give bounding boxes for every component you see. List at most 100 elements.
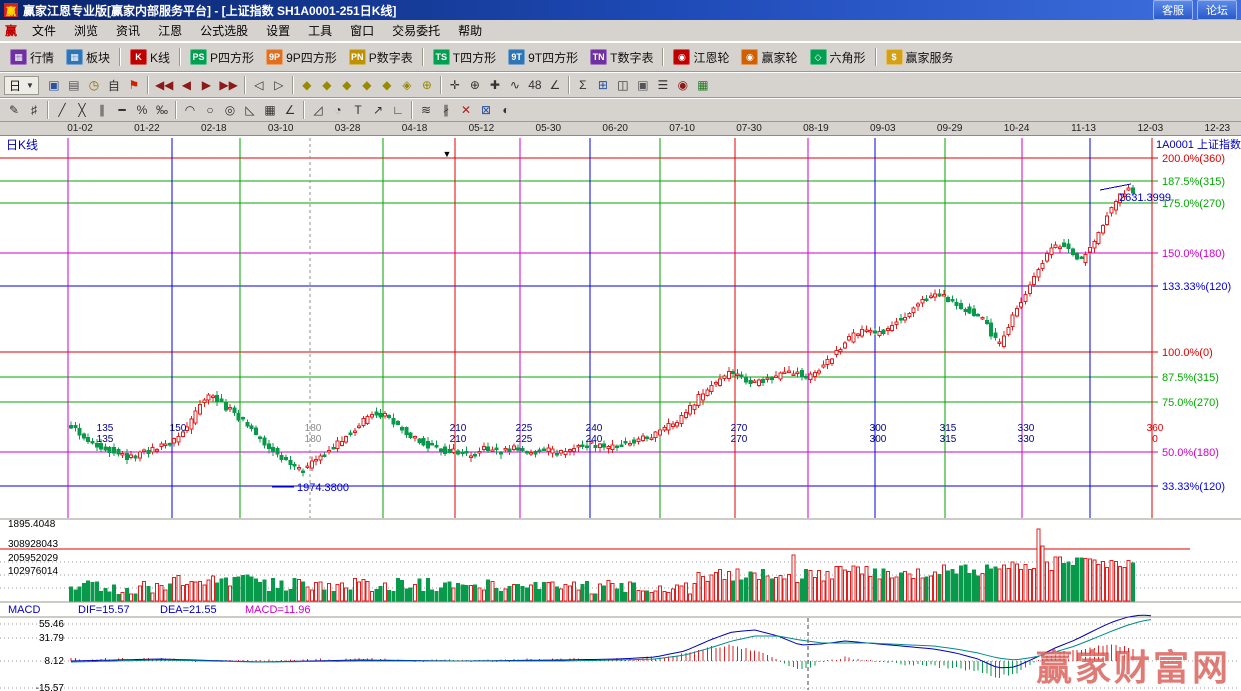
toolbar-button-winner-service[interactable]: $赢家服务 — [880, 45, 960, 70]
first-bar-icon[interactable]: ◀◀ — [152, 75, 176, 95]
gann-diamond-6-icon[interactable]: ◈ — [397, 75, 417, 95]
toolbar-button-label: 9P四方形 — [286, 49, 337, 66]
gann-diamond-1-icon[interactable]: ◆ — [297, 75, 317, 95]
svg-text:225: 225 — [516, 423, 533, 434]
menu-item[interactable]: 资讯 — [107, 20, 149, 41]
toolbar-button-9p-square[interactable]: 9P9P四方形 — [260, 45, 343, 70]
menu-item[interactable]: 文件 — [23, 20, 65, 41]
measure-tool-icon[interactable]: ∟ — [388, 100, 408, 120]
svg-text:200.0%(360): 200.0%(360) — [1162, 153, 1225, 165]
hatch-tool-icon[interactable]: ♯ — [24, 100, 44, 120]
cross-line-tool-icon[interactable]: ╳ — [72, 100, 92, 120]
zoom-tool-icon[interactable]: ⊕ — [465, 75, 485, 95]
toolbar-button-p-number-table[interactable]: PNP数字表 — [343, 45, 419, 70]
pencil-tool-icon[interactable]: ✎ — [4, 100, 24, 120]
toolbar-button-label: T数字表 — [610, 49, 653, 66]
gann-grid-tool-icon[interactable]: ▦ — [260, 100, 280, 120]
svg-text:240: 240 — [586, 423, 603, 434]
erase-tool-icon[interactable]: ✕ — [456, 100, 476, 120]
channel-tool-icon[interactable]: ∦ — [436, 100, 456, 120]
period-selector[interactable]: 日▼ — [4, 76, 39, 95]
apps-icon[interactable]: ▦ — [693, 75, 713, 95]
angle-48-icon[interactable]: 48 — [525, 75, 545, 95]
toolbar-button-kline[interactable]: KK线 — [124, 45, 176, 70]
last-bar-icon[interactable]: ▶▶ — [216, 75, 240, 95]
custom-period-icon[interactable]: 自 — [104, 75, 124, 95]
toolbar-button-9t-square[interactable]: 9T9T四方形 — [502, 45, 584, 70]
title-bar: 赢 赢家江恩专业版[赢家内部服务平台] - [上证指数 SH1A0001-251… — [0, 0, 1241, 20]
toolbar-button-t-square[interactable]: TST四方形 — [427, 45, 502, 70]
sum-tool-icon[interactable]: Σ — [573, 75, 593, 95]
menu-item[interactable]: 江恩 — [149, 20, 191, 41]
menu-item[interactable]: 公式选股 — [191, 20, 257, 41]
gann-wheel-icon: ◉ — [673, 49, 690, 65]
cycle-tool-icon[interactable]: ◎ — [220, 100, 240, 120]
toolbar-button-quotes[interactable]: ▦行情 — [4, 45, 60, 70]
menu-item[interactable]: 设置 — [257, 20, 299, 41]
gann-diamond-3-icon[interactable]: ◆ — [337, 75, 357, 95]
parallel-line-tool-icon[interactable]: ∥ — [92, 100, 112, 120]
arc-tool-icon[interactable]: ◠ — [180, 100, 200, 120]
titlebar-buttons: 客服论坛 — [1149, 0, 1237, 20]
flag-icon[interactable]: ⚑ — [124, 75, 144, 95]
tool-settings-icon[interactable]: ◐ — [496, 100, 516, 120]
svg-text:135: 135 — [97, 423, 114, 434]
angle-tool-icon[interactable]: ∠ — [545, 75, 565, 95]
text-tool-icon[interactable]: T — [348, 100, 368, 120]
svg-text:DEA=21.55: DEA=21.55 — [160, 604, 217, 616]
lock-tool-icon[interactable]: ⊠ — [476, 100, 496, 120]
chart-area[interactable]: 200.0%(360)187.5%(315)175.0%(270)150.0%(… — [0, 136, 1241, 691]
capture-icon[interactable]: ◉ — [673, 75, 693, 95]
crosshair-tool-icon[interactable]: ✚ — [485, 75, 505, 95]
toolbar-button-t-number-table[interactable]: TNT数字表 — [584, 45, 659, 70]
next-bar-icon[interactable]: ▶ — [196, 75, 216, 95]
gann-diamond-2-icon[interactable]: ◆ — [317, 75, 337, 95]
toolbar-button-gann-wheel[interactable]: ◉江恩轮 — [667, 45, 735, 70]
forum-button[interactable]: 论坛 — [1197, 0, 1237, 20]
save-icon[interactable]: ▣ — [633, 75, 653, 95]
customer-service-button[interactable]: 客服 — [1153, 0, 1193, 20]
menu-item[interactable]: 窗口 — [341, 20, 383, 41]
quarter-circle-tool-icon[interactable]: ◔ — [328, 100, 348, 120]
window-icon[interactable]: ▣ — [44, 75, 64, 95]
circle-tool-icon[interactable]: ○ — [200, 100, 220, 120]
gann-diamond-4-icon[interactable]: ◆ — [357, 75, 377, 95]
toolbar-button-hexagon[interactable]: ◇六角形 — [804, 45, 872, 70]
toolbar-button-label: 江恩轮 — [693, 49, 729, 66]
print-icon[interactable]: ☰ — [653, 75, 673, 95]
gann-compass-icon[interactable]: ⊕ — [417, 75, 437, 95]
svg-text:300: 300 — [870, 423, 887, 434]
kline-chart[interactable]: 200.0%(360)187.5%(315)175.0%(270)150.0%(… — [0, 136, 1241, 691]
sectors-icon: ▦ — [66, 49, 83, 65]
angle-line-tool-icon[interactable]: ∠ — [280, 100, 300, 120]
panel-view-icon[interactable]: ◫ — [613, 75, 633, 95]
clock-icon[interactable]: ◷ — [84, 75, 104, 95]
trend-line-tool-icon[interactable]: ╱ — [52, 100, 72, 120]
menu-item[interactable]: 工具 — [299, 20, 341, 41]
percent-tool-icon[interactable]: % — [132, 100, 152, 120]
hand-tool-icon[interactable]: ✛ — [445, 75, 465, 95]
svg-text:150: 150 — [170, 423, 187, 434]
winner-wheel-icon: ◉ — [741, 49, 758, 65]
permille-tool-icon[interactable]: ‰ — [152, 100, 172, 120]
wave-tool-icon[interactable]: ∿ — [505, 75, 525, 95]
gann-fan-tool-icon[interactable]: ◺ — [240, 100, 260, 120]
page-right-icon[interactable]: ▷ — [269, 75, 289, 95]
grid-view-icon[interactable]: ⊞ — [593, 75, 613, 95]
wave-count-tool-icon[interactable]: ≋ — [416, 100, 436, 120]
report-icon[interactable]: ▤ — [64, 75, 84, 95]
speed-line-tool-icon[interactable]: ◿ — [308, 100, 328, 120]
toolbar-separator — [175, 101, 177, 119]
gann-diamond-5-icon[interactable]: ◆ — [377, 75, 397, 95]
toolbar-main: ▦行情▦板块 KK线 PSP四方形9P9P四方形PNP数字表 TST四方形9T9T四方… — [0, 42, 1241, 72]
menu-item[interactable]: 帮助 — [449, 20, 491, 41]
arrow-mark-tool-icon[interactable]: ↗ — [368, 100, 388, 120]
page-left-icon[interactable]: ◁ — [249, 75, 269, 95]
toolbar-button-sectors[interactable]: ▦板块 — [60, 45, 116, 70]
menu-item[interactable]: 浏览 — [65, 20, 107, 41]
prev-bar-icon[interactable]: ◀ — [176, 75, 196, 95]
toolbar-button-p-square[interactable]: PSP四方形 — [184, 45, 260, 70]
horizontal-line-tool-icon[interactable]: ━ — [112, 100, 132, 120]
toolbar-button-winner-wheel[interactable]: ◉赢家轮 — [735, 45, 803, 70]
menu-item[interactable]: 交易委托 — [383, 20, 449, 41]
